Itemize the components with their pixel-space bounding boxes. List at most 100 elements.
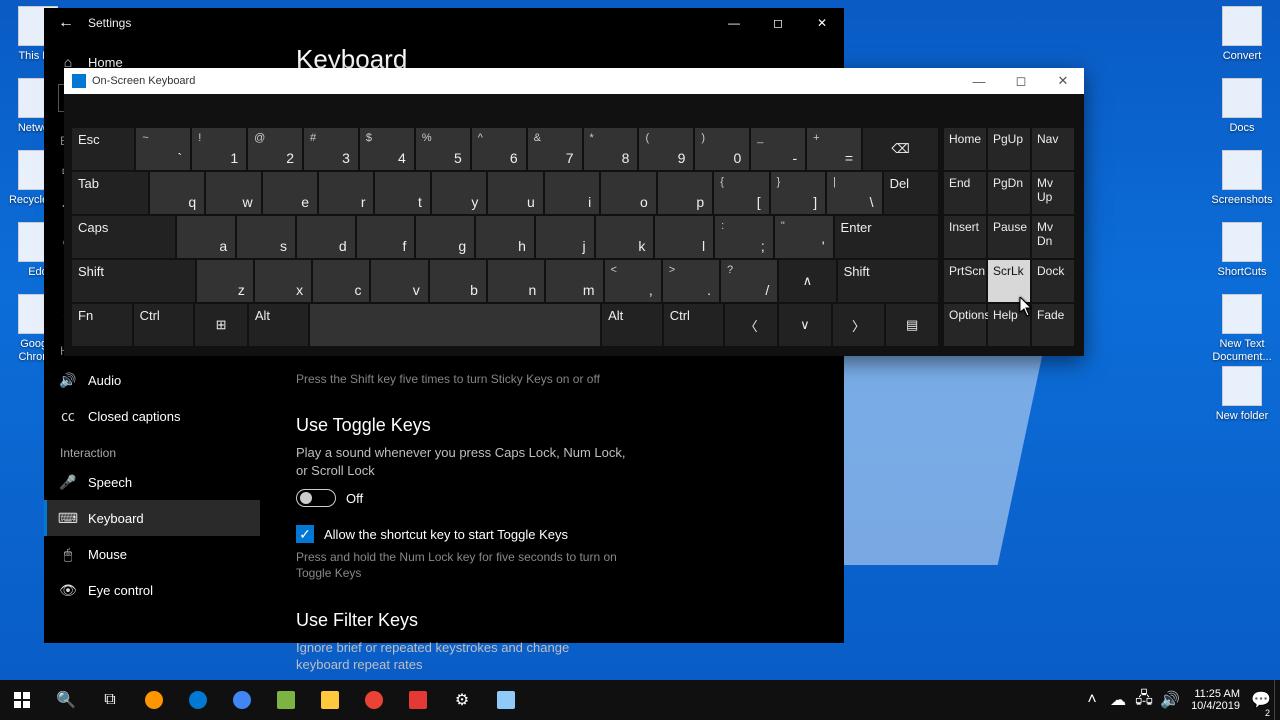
key-alt-right[interactable]: Alt <box>602 304 662 346</box>
osk-maximize-button[interactable]: ◻ <box>1000 68 1042 94</box>
key--[interactable]: _- <box>751 128 805 170</box>
desktop-icon[interactable]: Screenshots <box>1206 150 1278 207</box>
key-insert[interactable]: Insert <box>944 216 986 258</box>
key-[[interactable]: {[ <box>714 172 768 214</box>
taskbar-app2[interactable] <box>396 680 440 720</box>
key-m[interactable]: m <box>546 260 602 302</box>
key-esc[interactable]: Esc <box>72 128 134 170</box>
osk-minimize-button[interactable]: — <box>958 68 1000 94</box>
key-x[interactable]: x <box>255 260 311 302</box>
close-button[interactable]: ✕ <box>800 8 844 38</box>
key-c[interactable]: c <box>313 260 369 302</box>
key-del[interactable]: Del <box>884 172 938 214</box>
key-dock[interactable]: Dock <box>1032 260 1074 302</box>
key-s[interactable]: s <box>237 216 295 258</box>
key-y[interactable]: y <box>432 172 486 214</box>
key-prtscn[interactable]: PrtScn <box>944 260 986 302</box>
taskbar-app3[interactable] <box>484 680 528 720</box>
nav-audio[interactable]: 🔊Audio <box>44 362 260 398</box>
key-tab[interactable]: Tab <box>72 172 148 214</box>
key-a[interactable]: a <box>177 216 235 258</box>
taskbar-firefox[interactable] <box>132 680 176 720</box>
key-2[interactable]: @2 <box>248 128 302 170</box>
key-space[interactable] <box>310 304 600 346</box>
key-end[interactable]: End <box>944 172 986 214</box>
taskbar-explorer[interactable] <box>308 680 352 720</box>
desktop-icon[interactable]: New folder <box>1206 366 1278 423</box>
toggle-keys-switch[interactable]: Off <box>296 489 808 507</box>
search-button[interactable]: 🔍 <box>44 680 88 720</box>
key-caps[interactable]: Caps <box>72 216 175 258</box>
key-4[interactable]: $4 <box>360 128 414 170</box>
nav-closed-captions[interactable]: ㏄Closed captions <box>44 398 260 434</box>
key-'[interactable]: "' <box>775 216 833 258</box>
key-f[interactable]: f <box>357 216 415 258</box>
key-h[interactable]: h <box>476 216 534 258</box>
key-down[interactable]: ∨ <box>779 304 831 346</box>
nav-mouse[interactable]: 🖱Mouse <box>44 536 260 572</box>
key-right[interactable]: 〉 <box>833 304 885 346</box>
key-.[interactable]: >. <box>663 260 719 302</box>
key-l[interactable]: l <box>655 216 713 258</box>
toggle-shortcut-checkbox[interactable]: ✓ Allow the shortcut key to start Toggle… <box>296 525 808 543</box>
key-;[interactable]: :; <box>715 216 773 258</box>
key-win[interactable]: ⊞ <box>195 304 247 346</box>
key-shift-right[interactable]: Shift <box>838 260 939 302</box>
nav-keyboard[interactable]: ⌨Keyboard <box>44 500 260 536</box>
key-/[interactable]: ?/ <box>721 260 777 302</box>
key-u[interactable]: u <box>488 172 542 214</box>
key-left[interactable]: 〈 <box>725 304 777 346</box>
key-1[interactable]: !1 <box>192 128 246 170</box>
key-shift-left[interactable]: Shift <box>72 260 195 302</box>
key-6[interactable]: ^6 <box>472 128 526 170</box>
desktop-icon[interactable]: Docs <box>1206 78 1278 135</box>
key-ctrl-left[interactable]: Ctrl <box>134 304 194 346</box>
desktop-icon[interactable]: New Text Document... <box>1206 294 1278 363</box>
key-8[interactable]: *8 <box>584 128 638 170</box>
key-p[interactable]: p <box>658 172 712 214</box>
back-button[interactable]: ← <box>44 14 88 32</box>
key-help[interactable]: Help <box>988 304 1030 346</box>
key-nav[interactable]: Nav <box>1032 128 1074 170</box>
key-j[interactable]: j <box>536 216 594 258</box>
key-b[interactable]: b <box>430 260 486 302</box>
key-v[interactable]: v <box>371 260 427 302</box>
key-scrlk[interactable]: ScrLk <box>988 260 1030 302</box>
key-][interactable]: }] <box>771 172 825 214</box>
taskbar-app[interactable] <box>264 680 308 720</box>
key-3[interactable]: #3 <box>304 128 358 170</box>
key-up[interactable]: ∧ <box>779 260 835 302</box>
key-\[interactable]: |\ <box>827 172 881 214</box>
key-pgup[interactable]: PgUp <box>988 128 1030 170</box>
key-z[interactable]: z <box>197 260 253 302</box>
key-0[interactable]: )0 <box>695 128 749 170</box>
tray-up-icon[interactable]: ˄ <box>1079 680 1105 720</box>
taskbar-chrome2[interactable] <box>352 680 396 720</box>
key-d[interactable]: d <box>297 216 355 258</box>
taskbar-chrome[interactable] <box>220 680 264 720</box>
start-button[interactable] <box>0 680 44 720</box>
minimize-button[interactable]: — <box>712 8 756 38</box>
task-view-button[interactable]: ⧉ <box>88 680 132 720</box>
tray-onedrive-icon[interactable]: ☁ <box>1105 680 1131 720</box>
key-q[interactable]: q <box>150 172 204 214</box>
key-=[interactable]: += <box>807 128 861 170</box>
key-g[interactable]: g <box>416 216 474 258</box>
key-5[interactable]: %5 <box>416 128 470 170</box>
key-r[interactable]: r <box>319 172 373 214</box>
key-7[interactable]: &7 <box>528 128 582 170</box>
key-`[interactable]: ~` <box>136 128 190 170</box>
key-backspace[interactable]: ⌫ <box>863 128 938 170</box>
nav-eye-control[interactable]: 👁Eye control <box>44 572 260 608</box>
key-enter[interactable]: Enter <box>835 216 938 258</box>
key-9[interactable]: (9 <box>639 128 693 170</box>
key-w[interactable]: w <box>206 172 260 214</box>
nav-speech[interactable]: 🎤Speech <box>44 464 260 500</box>
key-menu[interactable]: ▤ <box>886 304 938 346</box>
tray-network-icon[interactable]: 🖧 <box>1131 680 1157 720</box>
key-fn[interactable]: Fn <box>72 304 132 346</box>
show-desktop-button[interactable] <box>1274 680 1280 720</box>
key-k[interactable]: k <box>596 216 654 258</box>
key-ctrl-right[interactable]: Ctrl <box>664 304 724 346</box>
key-t[interactable]: t <box>375 172 429 214</box>
